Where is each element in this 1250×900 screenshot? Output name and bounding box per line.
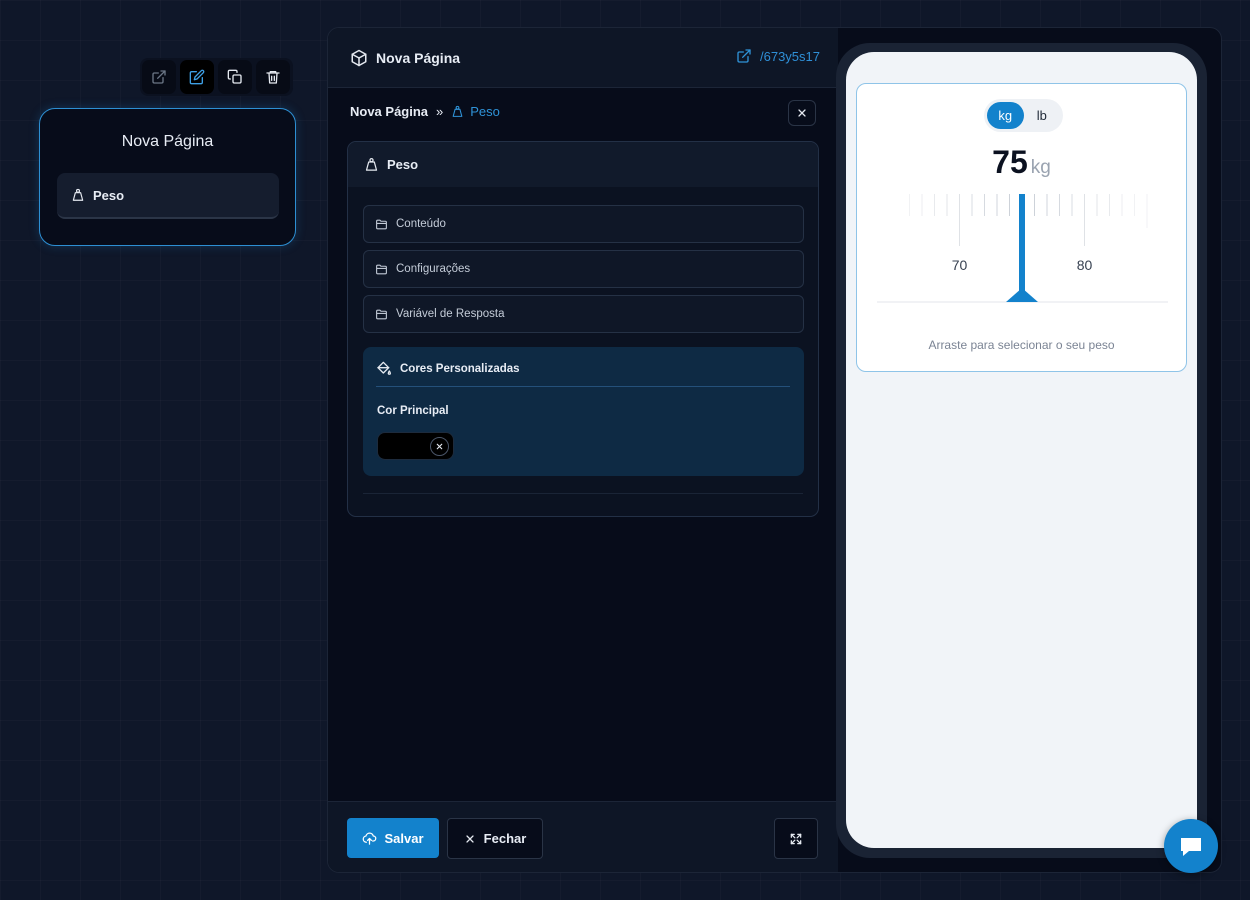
chat-button[interactable] — [1164, 819, 1218, 873]
folder-icon — [376, 219, 387, 229]
save-label: Salvar — [384, 830, 424, 846]
weight-value-display: 75 kg — [857, 144, 1186, 181]
close-icon — [466, 834, 474, 843]
weight-icon — [72, 188, 84, 201]
accordion-label: Configurações — [396, 263, 471, 275]
node-item-label: Peso — [93, 187, 125, 203]
weight-hint: Arraste para selecionar o seu peso — [928, 338, 1115, 352]
duplicate-button[interactable] — [218, 60, 252, 94]
accordion-label: Variável de Resposta — [396, 308, 505, 320]
cloud-upload-icon — [363, 832, 377, 845]
ruler-indicator — [1019, 194, 1025, 294]
custom-colors-title: Cores Personalizadas — [400, 362, 520, 375]
delete-button[interactable] — [256, 60, 290, 94]
close-panel-button[interactable] — [788, 100, 816, 126]
paint-bucket-icon — [377, 361, 391, 375]
ruler-indicator-base — [1006, 288, 1038, 302]
panel-header: Nova Página /673y5s17 — [328, 28, 838, 88]
open-external-button[interactable] — [142, 60, 176, 94]
unit-toggle: kg lb — [984, 99, 1063, 132]
custom-colors-header[interactable]: Cores Personalizadas — [376, 359, 790, 387]
chevrons-right-icon: » — [436, 104, 444, 119]
chat-icon — [1181, 838, 1201, 856]
copy-icon — [227, 69, 242, 84]
clear-color-button[interactable] — [430, 437, 449, 456]
main-color-label: Cor Principal — [377, 405, 449, 417]
phone-screen: kg lb 75 kg 70 80 Arraste para selecionar… — [846, 52, 1197, 848]
expand-button[interactable] — [774, 818, 818, 859]
weight-settings-section: Peso Conteúdo Configurações Variável de … — [347, 141, 819, 517]
divider — [363, 493, 803, 494]
external-link-icon — [737, 49, 751, 63]
edit-icon — [189, 69, 205, 85]
trash-icon — [266, 71, 280, 84]
node-title: Nova Página — [121, 133, 214, 150]
weight-unit: kg — [1030, 157, 1051, 178]
weight-icon — [452, 105, 463, 117]
panel-footer: Salvar Fechar — [328, 801, 838, 872]
page-node-card[interactable]: Nova Página Peso — [39, 108, 296, 246]
node-toolbar — [140, 58, 293, 96]
external-link-icon — [152, 70, 166, 84]
folder-icon — [376, 309, 387, 319]
save-button[interactable]: Salvar — [347, 818, 439, 858]
breadcrumb-current-label: Peso — [470, 104, 500, 119]
unit-kg-button[interactable]: kg — [987, 102, 1024, 129]
breadcrumb: Nova Página » Peso — [350, 104, 500, 119]
close-icon — [798, 109, 806, 117]
close-button[interactable]: Fechar — [447, 818, 543, 859]
ruler-label: 70 — [952, 257, 968, 273]
section-title: Peso — [387, 157, 419, 172]
section-header: Peso — [348, 142, 818, 187]
main-color-swatch[interactable] — [377, 432, 454, 460]
weight-picker-card: kg lb 75 kg 70 80 Arraste para selecionar… — [856, 83, 1187, 372]
cube-icon — [351, 49, 367, 66]
page-link-text: /673y5s17 — [760, 48, 820, 64]
page-link[interactable]: /673y5s17 — [736, 48, 820, 64]
ruler-label: 80 — [1077, 257, 1093, 273]
accordion-response-variable[interactable]: Variável de Resposta — [363, 295, 804, 333]
folder-icon — [376, 264, 387, 274]
breadcrumb-root[interactable]: Nova Página — [350, 104, 428, 119]
unit-lb-button[interactable]: lb — [1024, 102, 1061, 129]
close-icon — [436, 443, 443, 450]
accordion-settings[interactable]: Configurações — [363, 250, 804, 288]
phone-preview: kg lb 75 kg 70 80 Arraste para selecionar… — [836, 43, 1207, 858]
edit-button[interactable] — [180, 60, 214, 94]
breadcrumb-current: Peso — [451, 104, 500, 119]
weight-icon — [365, 157, 378, 171]
panel-title: Nova Página — [376, 49, 461, 66]
node-item-weight[interactable]: Peso — [57, 173, 279, 219]
weight-value: 75 — [992, 144, 1028, 180]
expand-icon — [790, 833, 802, 844]
accordion-label: Conteúdo — [396, 218, 446, 230]
close-label: Fechar — [483, 831, 527, 846]
custom-colors-box: Cores Personalizadas Cor Principal — [363, 347, 804, 476]
weight-ruler[interactable]: 70 80 — [857, 194, 1188, 334]
accordion-content[interactable]: Conteúdo — [363, 205, 804, 243]
